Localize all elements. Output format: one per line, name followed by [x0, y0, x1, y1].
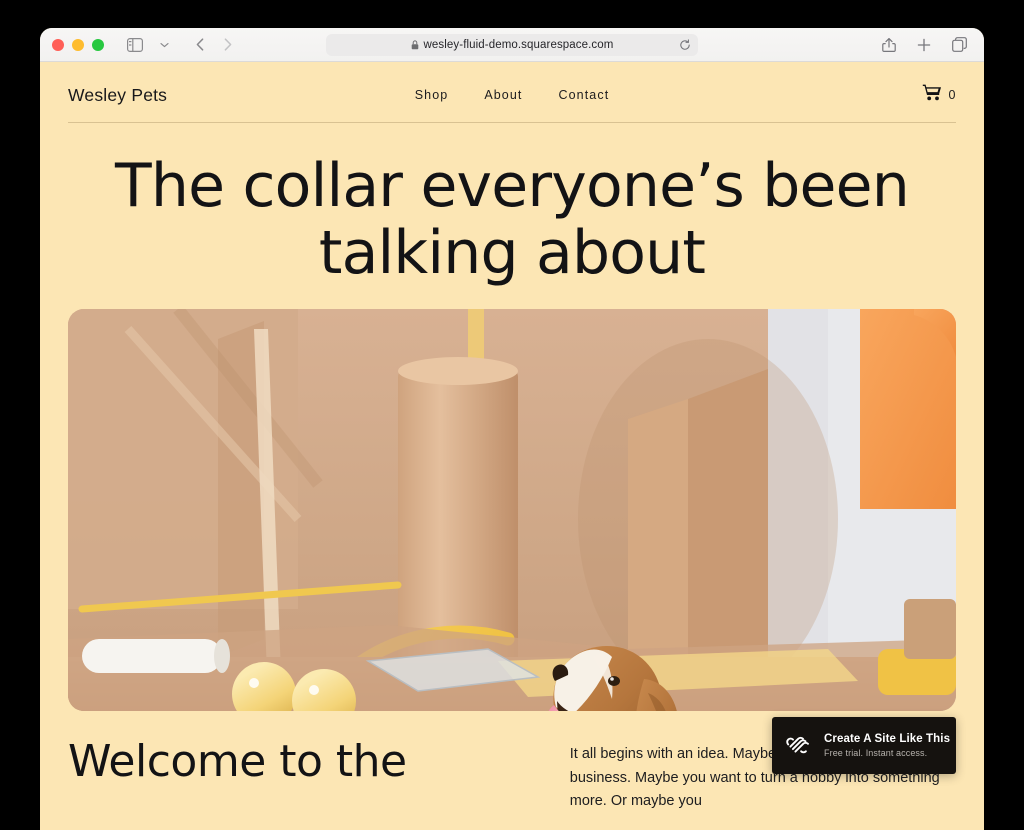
- squarespace-promo-badge[interactable]: Create A Site Like This Free trial. Inst…: [772, 717, 956, 774]
- address-bar[interactable]: wesley-fluid-demo.squarespace.com: [326, 33, 698, 56]
- site-header: Wesley Pets Shop About Contact 0: [40, 62, 984, 123]
- nav-link-contact[interactable]: Contact: [558, 88, 609, 102]
- site-navigation: Shop About Contact: [415, 88, 610, 102]
- chevron-right-icon[interactable]: [215, 33, 241, 57]
- site-header-inner: Wesley Pets Shop About Contact 0: [68, 84, 956, 123]
- hero-heading-line-2: talking about: [318, 218, 706, 289]
- desktop-backdrop: wesley-fluid-demo.squarespace.com Wesley…: [0, 0, 1024, 830]
- site-logo[interactable]: Wesley Pets: [68, 85, 167, 106]
- sidebar-icon[interactable]: [122, 33, 148, 57]
- browser-titlebar: wesley-fluid-demo.squarespace.com: [40, 28, 984, 62]
- page-viewport: Wesley Pets Shop About Contact 0 The col…: [40, 62, 984, 830]
- nav-link-about[interactable]: About: [484, 88, 522, 102]
- hero-image: [68, 309, 956, 712]
- chevron-left-icon[interactable]: [187, 33, 213, 57]
- cart-button[interactable]: 0: [922, 84, 956, 106]
- cart-count: 0: [948, 88, 956, 102]
- tabs-overview-icon[interactable]: [946, 33, 972, 57]
- welcome-heading: Welcome to the: [68, 736, 407, 788]
- window-controls: [52, 38, 104, 51]
- maximize-window-button[interactable]: [92, 38, 104, 51]
- close-window-button[interactable]: [52, 38, 64, 51]
- lock-icon: [411, 39, 419, 50]
- address-bar-url: wesley-fluid-demo.squarespace.com: [423, 38, 614, 51]
- sidebar-controls: [122, 33, 177, 57]
- plus-icon[interactable]: [911, 33, 937, 57]
- share-icon[interactable]: [876, 33, 902, 57]
- chevron-down-icon[interactable]: [151, 33, 177, 57]
- promo-text: Create A Site Like This Free trial. Inst…: [824, 733, 950, 758]
- reload-icon[interactable]: [679, 38, 691, 51]
- hero-heading-line-1: The collar everyone’s been: [115, 151, 910, 221]
- hero-heading: The collar everyone’s been talking about: [40, 151, 984, 289]
- minimize-window-button[interactable]: [72, 38, 84, 51]
- nav-link-shop[interactable]: Shop: [415, 88, 449, 102]
- promo-title: Create A Site Like This: [824, 733, 951, 745]
- history-navigation: [187, 33, 241, 57]
- promo-subtitle: Free trial. Instant access.: [824, 748, 928, 758]
- browser-actions: [876, 33, 972, 57]
- shopping-cart-icon: [922, 84, 942, 106]
- squarespace-logo-icon: [786, 732, 813, 759]
- browser-window: wesley-fluid-demo.squarespace.com Wesley…: [40, 28, 984, 830]
- hero-image-artwork: [68, 309, 956, 712]
